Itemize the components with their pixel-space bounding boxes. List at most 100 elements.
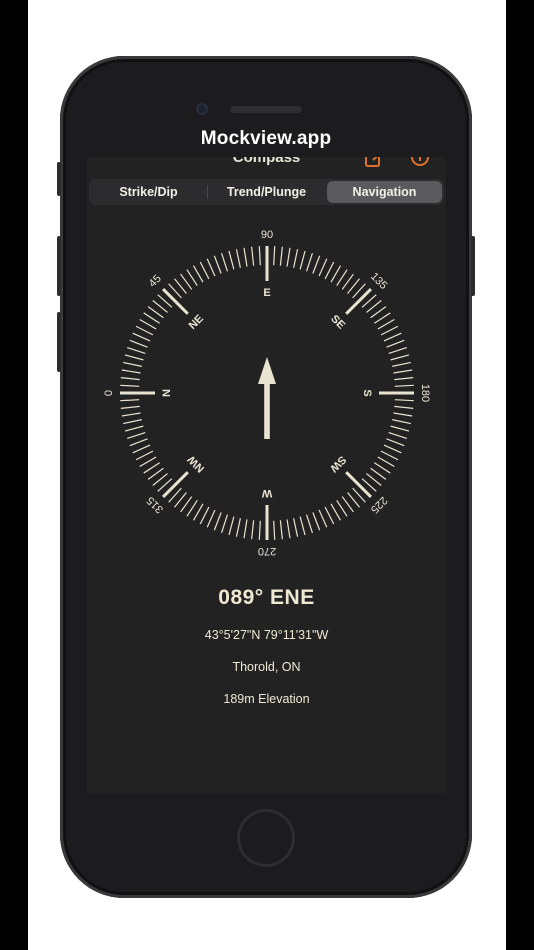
dial-tick — [286, 247, 291, 267]
dial-tick — [143, 462, 160, 474]
degree-label: 0 — [103, 390, 115, 396]
dial-tick — [347, 278, 360, 294]
dial-tick — [394, 405, 414, 409]
dial-tick — [124, 354, 144, 361]
dial-tick — [161, 471, 189, 499]
dial-tick — [127, 431, 146, 439]
cardinal-label: NE — [187, 313, 206, 332]
dial-tick — [388, 347, 407, 355]
dial-tick — [374, 312, 391, 324]
dial-tick — [330, 265, 342, 283]
cardinal-label: SW — [327, 453, 348, 474]
dial-tick — [143, 312, 160, 324]
dial-tick — [341, 496, 354, 513]
cardinal-label: W — [261, 487, 272, 499]
dial-tick — [377, 318, 395, 330]
dial-tick — [132, 444, 151, 454]
dial-tick — [390, 354, 410, 361]
dial-tick — [123, 361, 142, 367]
dial-tick — [121, 412, 141, 417]
dial-tick — [383, 444, 402, 454]
coordinates-readout: 43°5'27"N 79°11'31"W — [204, 628, 329, 642]
dial-tick — [135, 450, 154, 461]
degree-label: 45 — [147, 273, 164, 290]
dial-tick — [120, 384, 140, 387]
dial-tick — [228, 516, 235, 536]
dial-tick — [279, 246, 283, 266]
dial-tick — [386, 339, 405, 348]
dial-tick — [305, 253, 313, 272]
dial-tick — [213, 255, 222, 274]
dial-tick — [221, 514, 229, 533]
dial-tick — [305, 514, 313, 533]
cardinal-label: SE — [328, 313, 347, 332]
location-readout: Thorold, ON — [232, 660, 301, 674]
dial-tick — [273, 246, 276, 266]
dial-tick — [127, 347, 146, 355]
dial-tick — [213, 512, 222, 531]
dial-tick — [380, 450, 399, 461]
dial-tick — [324, 261, 335, 280]
dial-tick — [394, 377, 414, 381]
home-button[interactable] — [237, 809, 295, 867]
dial-tick — [161, 287, 189, 315]
dial-tick — [330, 503, 342, 521]
dial-tick — [394, 399, 414, 402]
dial-tick — [386, 438, 405, 447]
dial-tick — [147, 467, 164, 480]
dial-tick — [347, 492, 360, 508]
dial-tick — [206, 509, 216, 528]
dial-tick — [299, 250, 306, 270]
dial-tick — [366, 473, 382, 486]
dial-tick — [199, 506, 210, 525]
dial-tick — [324, 506, 335, 525]
degree-label: 270 — [258, 545, 276, 557]
dial-tick — [390, 425, 410, 432]
dial-tick — [341, 273, 354, 290]
dial-tick — [380, 325, 399, 336]
dial-tick — [258, 520, 261, 540]
dial-tick — [235, 249, 241, 268]
dial-tick — [199, 261, 210, 280]
dial-tick — [152, 300, 168, 313]
dial-tick — [258, 246, 261, 266]
dial-tick — [279, 520, 283, 540]
dial-tick — [132, 332, 151, 342]
dial-tick — [192, 265, 204, 283]
dial-tick — [120, 399, 140, 402]
dial-tick — [383, 332, 402, 342]
dial-tick — [312, 512, 321, 531]
dial-tick — [206, 258, 216, 277]
degree-label: 90 — [261, 229, 273, 241]
dial-tick — [370, 306, 387, 319]
dial-tick — [251, 520, 255, 540]
dial-tick — [345, 287, 373, 315]
dial-tick — [336, 500, 348, 517]
cardinal-label: E — [263, 287, 270, 299]
dial-tick — [345, 471, 373, 499]
dial-tick — [129, 339, 148, 348]
dial-tick — [152, 473, 168, 486]
dial-tick — [392, 419, 411, 425]
dial-tick — [221, 253, 229, 272]
dial-tick — [186, 500, 198, 517]
cardinal-label: NW — [185, 453, 207, 475]
dial-tick — [388, 431, 407, 439]
dial-tick — [139, 318, 157, 330]
dial-tick — [139, 456, 157, 468]
dial-tick — [129, 438, 148, 447]
dial-tick — [180, 496, 193, 513]
dial-tick — [374, 462, 391, 474]
dial-tick — [147, 306, 164, 319]
degree-label: 135 — [368, 271, 389, 292]
dial-tick — [393, 369, 413, 374]
cardinal-label: S — [361, 389, 373, 396]
dial-tick — [299, 516, 306, 536]
dial-tick — [123, 419, 142, 425]
dial-tick — [135, 325, 154, 336]
compass-dial: 90 E 135 SE 180 S 225 SW 270 W 315 NW 0 N 45 NE — [103, 229, 431, 557]
heading-readout: 089° ENE — [218, 586, 315, 609]
dial-tick — [370, 467, 387, 480]
dial-tick — [318, 509, 328, 528]
dial-tick — [174, 492, 187, 508]
